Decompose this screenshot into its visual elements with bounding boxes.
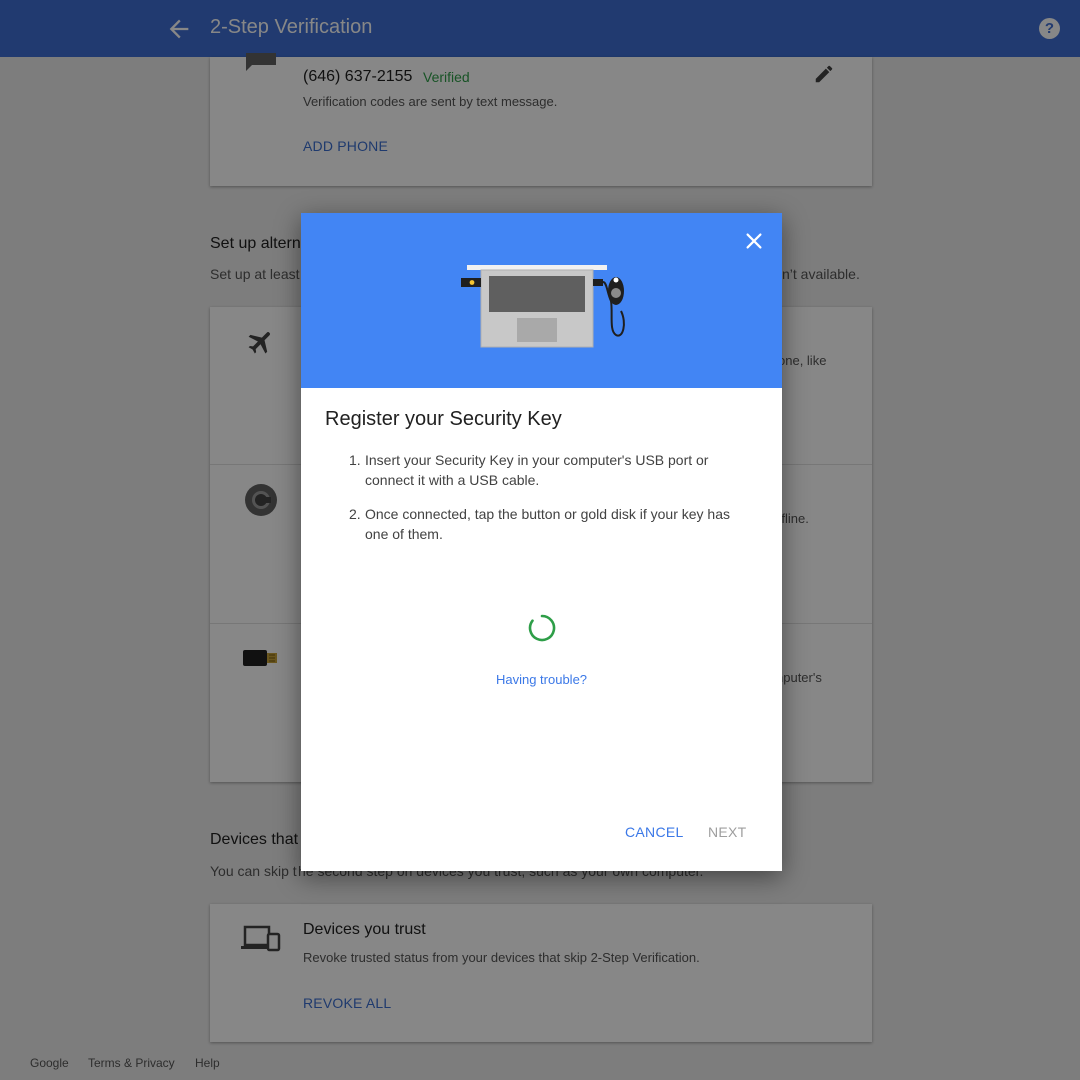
instruction-list: 1. Insert your Security Key in your comp… xyxy=(349,450,749,558)
laptop-security-key-illustration xyxy=(461,265,625,348)
cancel-button[interactable]: CANCEL xyxy=(625,824,684,840)
instruction-step: 2. Once connected, tap the button or gol… xyxy=(349,504,749,544)
step-text: Once connected, tap the button or gold d… xyxy=(365,506,730,542)
dialog-header xyxy=(301,213,782,388)
step-number: 2. xyxy=(349,506,361,522)
having-trouble-link[interactable]: Having trouble? xyxy=(301,672,782,687)
next-button[interactable]: NEXT xyxy=(708,824,747,840)
dialog-title: Register your Security Key xyxy=(325,408,562,430)
instruction-step: 1. Insert your Security Key in your comp… xyxy=(349,450,749,490)
step-text: Insert your Security Key in your compute… xyxy=(365,452,709,488)
loading-spinner-icon xyxy=(528,614,556,642)
step-number: 1. xyxy=(349,452,361,468)
close-icon[interactable] xyxy=(743,230,765,252)
security-key-dialog: Register your Security Key 1. Insert you… xyxy=(301,213,782,871)
